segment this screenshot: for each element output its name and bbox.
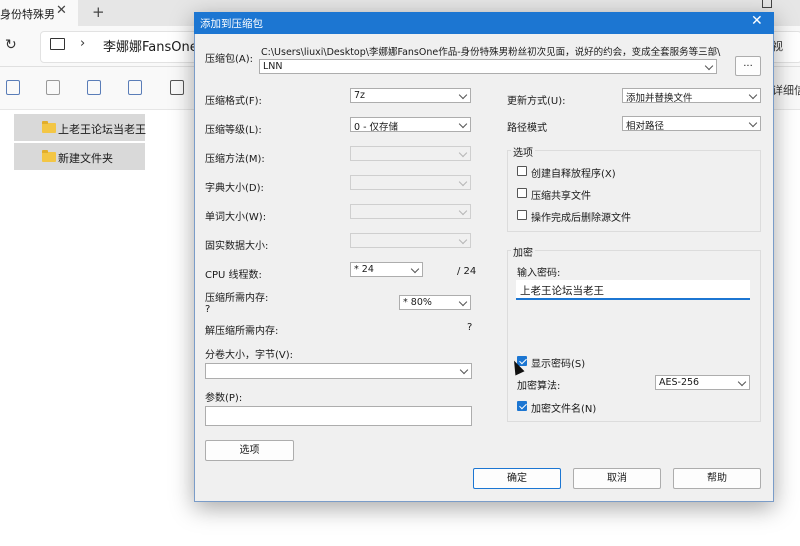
mem-value-unknown: ? xyxy=(205,304,211,315)
dict-label: 字典大小(D): xyxy=(205,183,264,194)
delete-icon[interactable] xyxy=(170,80,184,95)
password-label: 输入密码: xyxy=(517,268,561,279)
cancel-button[interactable]: 取消 xyxy=(573,468,661,489)
mem-label: 压缩所需内存: xyxy=(205,293,269,304)
archive-name-combo[interactable]: LNN xyxy=(259,59,717,74)
chevron-down-icon xyxy=(748,118,758,128)
archive-label: 压缩包(A): xyxy=(205,54,254,65)
file-item[interactable]: 上老王论坛当老王 xyxy=(14,114,146,141)
cpu-label: CPU 线程数: xyxy=(205,270,262,281)
chevron-down-icon xyxy=(458,90,468,100)
tab-close-icon[interactable]: ✕ xyxy=(56,3,67,18)
chevron-down-icon xyxy=(748,90,758,100)
folder-icon xyxy=(42,121,56,133)
update-select[interactable]: 添加并替换文件 xyxy=(622,88,761,104)
decomp-value-unknown: ? xyxy=(467,322,473,333)
cpu-select[interactable]: * 24 xyxy=(350,262,423,277)
word-select xyxy=(350,204,471,219)
delete-label: 操作完成后删除源文件 xyxy=(531,213,631,224)
share-icon[interactable] xyxy=(128,80,142,95)
show-password-label: 显示密码(S) xyxy=(531,359,586,370)
window-maximize-icon[interactable] xyxy=(762,0,772,8)
refresh-icon[interactable]: ↻ xyxy=(5,37,17,53)
dialog-title: 添加到压缩包 xyxy=(200,18,263,30)
close-icon[interactable]: ✕ xyxy=(751,13,763,29)
chevron-down-icon xyxy=(459,365,469,375)
cpu-total: / 24 xyxy=(457,266,477,277)
level-select[interactable]: 0 - 仅存储 xyxy=(350,117,471,133)
update-label: 更新方式(U): xyxy=(507,96,566,107)
decomp-label: 解压缩所需内存: xyxy=(205,326,279,337)
chevron-down-icon xyxy=(737,377,747,387)
cpu-value: * 24 xyxy=(354,264,374,275)
word-label: 单词大小(W): xyxy=(205,212,267,223)
folder-icon xyxy=(42,150,56,162)
params-label: 参数(P): xyxy=(205,393,243,404)
enc-method-label: 加密算法: xyxy=(517,381,561,392)
details-label[interactable]: 详细信 xyxy=(772,82,800,98)
password-input[interactable]: 上老王论坛当老王 xyxy=(516,280,750,300)
archive-name: LNN xyxy=(263,61,283,72)
split-select[interactable] xyxy=(205,363,472,379)
browse-button[interactable]: ... xyxy=(735,56,761,76)
format-value: 7z xyxy=(354,90,366,101)
split-label: 分卷大小，字节(V): xyxy=(205,350,294,361)
rename-icon[interactable] xyxy=(87,80,101,95)
monitor-icon xyxy=(50,38,65,50)
pathmode-label: 路径模式 xyxy=(507,123,547,134)
format-select[interactable]: 7z xyxy=(350,88,471,103)
method-select xyxy=(350,146,471,161)
method-label: 压缩方法(M): xyxy=(205,154,265,165)
ok-button[interactable]: 确定 xyxy=(473,468,561,489)
sfx-checkbox[interactable] xyxy=(517,166,527,176)
format-label: 压缩格式(F): xyxy=(205,96,262,107)
solid-label: 固实数据大小: xyxy=(205,241,269,252)
explorer-tab-title: 身份特殊男 xyxy=(0,8,55,21)
copy-icon[interactable] xyxy=(6,80,20,95)
chevron-right-icon: › xyxy=(80,36,86,51)
pathmode-value: 相对路径 xyxy=(626,121,665,132)
file-name: 上老王论坛当老王 xyxy=(58,123,146,136)
file-item[interactable]: 新建文件夹 xyxy=(14,143,145,170)
mem-select[interactable]: * 80% xyxy=(399,295,471,310)
encrypt-names-checkbox[interactable] xyxy=(517,401,527,411)
update-value: 添加并替换文件 xyxy=(626,93,693,104)
delete-checkbox[interactable] xyxy=(517,210,527,220)
solid-select xyxy=(350,233,471,248)
encryption-group-title: 加密 xyxy=(511,244,535,259)
mem-value: * 80% xyxy=(403,297,432,308)
dialog-titlebar xyxy=(194,12,774,34)
chevron-down-icon xyxy=(458,148,468,158)
options-group-title: 选项 xyxy=(511,144,535,159)
new-tab-icon[interactable]: + xyxy=(92,3,105,21)
chevron-down-icon xyxy=(458,297,468,307)
chevron-down-icon xyxy=(458,119,468,129)
chevron-down-icon xyxy=(704,61,714,71)
pathmode-select[interactable]: 相对路径 xyxy=(622,116,761,132)
level-value: 0 - 仅存储 xyxy=(354,122,399,133)
shared-checkbox[interactable] xyxy=(517,188,527,198)
file-name: 新建文件夹 xyxy=(58,152,113,165)
enc-method-select[interactable]: AES-256 xyxy=(655,375,750,390)
options-button[interactable]: 选项 xyxy=(205,440,294,461)
chevron-down-icon xyxy=(410,264,420,274)
chevron-down-icon xyxy=(458,235,468,245)
help-button[interactable]: 帮助 xyxy=(673,468,761,489)
level-label: 压缩等级(L): xyxy=(205,125,262,136)
chevron-down-icon xyxy=(458,206,468,216)
window-minimize-icon[interactable]: — xyxy=(728,0,740,6)
params-input[interactable] xyxy=(205,406,472,426)
enc-method-value: AES-256 xyxy=(659,377,700,388)
archive-path: C:\Users\liuxi\Desktop\李娜娜FansOne作品-身份特殊… xyxy=(261,47,721,58)
encrypt-names-label: 加密文件名(N) xyxy=(531,404,597,415)
shared-label: 压缩共享文件 xyxy=(531,191,591,202)
password-value: 上老王论坛当老王 xyxy=(520,285,604,297)
sfx-label: 创建自释放程序(X) xyxy=(531,169,616,180)
paste-icon[interactable] xyxy=(46,80,60,95)
chevron-down-icon xyxy=(458,177,468,187)
dict-select xyxy=(350,175,471,190)
